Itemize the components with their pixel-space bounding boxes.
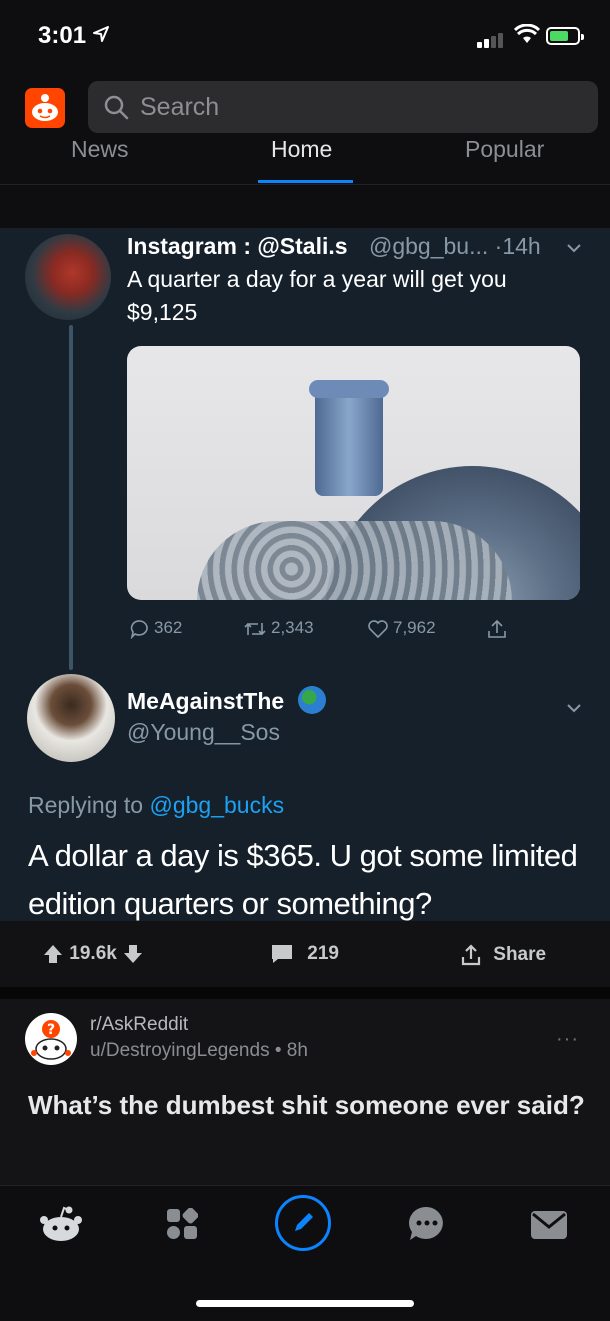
post-author-time[interactable]: u/DestroyingLegends • 8h (90, 1040, 308, 1062)
share-button[interactable]: Share (460, 943, 546, 967)
globe-emoji-icon (298, 686, 326, 714)
tweet-author: Instagram : @Stali.s (127, 233, 348, 259)
tweet-replies: 362 (130, 618, 182, 639)
replying-to: Replying to @gbg_bucks (28, 792, 284, 819)
tweet-likes: 7,962 (367, 618, 436, 639)
retweet-icon (244, 622, 266, 635)
comments-button[interactable]: 219 (270, 943, 339, 965)
retweet-count: 2,343 (271, 618, 314, 637)
tweet-retweets: 2,343 (243, 618, 314, 639)
compose-icon (295, 1213, 313, 1231)
reply-author: MeAgainstThe (127, 688, 285, 714)
like-count: 7,962 (393, 618, 436, 637)
header-divider (0, 184, 610, 185)
vote-count: 19.6k (69, 943, 117, 965)
inbox-icon[interactable] (530, 1210, 568, 1245)
comment-count: 219 (307, 943, 339, 965)
post-title[interactable]: What’s the dumbest shit someone ever sai… (28, 1088, 588, 1122)
share-label: Share (493, 944, 547, 966)
reply-handle: @Young__Sos (127, 719, 280, 745)
tweet-text: A quarter a day for a year will get you … (127, 266, 507, 325)
avatar (27, 674, 115, 762)
svg-text:?: ? (47, 1022, 55, 1038)
tab-news[interactable]: News (71, 136, 129, 163)
post-separator (0, 987, 610, 999)
reddit-logo-icon[interactable] (25, 88, 65, 128)
comment-icon (272, 945, 292, 963)
reply-icon (130, 619, 148, 639)
subreddit-name[interactable]: r/AskReddit (90, 1014, 188, 1036)
chevron-down-icon (566, 240, 582, 258)
home-indicator (196, 1300, 414, 1307)
replying-handle: @gbg_bucks (149, 792, 285, 818)
downvote-icon[interactable] (122, 943, 144, 965)
home-icon[interactable] (38, 1205, 84, 1248)
communities-icon[interactable] (166, 1207, 199, 1245)
reply-count: 362 (154, 618, 183, 637)
thread-line (69, 325, 73, 670)
vote-controls: 19.6k (42, 943, 144, 965)
signal-icon (477, 30, 505, 48)
compose-button[interactable] (275, 1195, 331, 1251)
search-icon (103, 94, 129, 125)
status-time: 3:01 (38, 22, 87, 49)
chevron-down-icon (566, 700, 582, 718)
reply-text: A dollar a day is $365. U got some limit… (28, 838, 578, 921)
coin-jug-image (127, 346, 580, 600)
active-tab-indicator (258, 180, 353, 183)
replying-prefix: Replying to (28, 792, 144, 818)
avatar (25, 234, 111, 320)
tweet-handle-time: @gbg_bu... ·14h (369, 233, 541, 259)
tweet-share-icon (486, 618, 512, 640)
tab-home[interactable]: Home (271, 136, 332, 163)
tab-popular[interactable]: Popular (465, 136, 544, 163)
location-arrow-icon (93, 26, 109, 47)
battery-icon (546, 27, 584, 45)
askreddit-icon[interactable]: ? (25, 1013, 77, 1065)
upvote-icon[interactable] (42, 943, 64, 965)
wifi-icon (513, 23, 541, 49)
heart-icon (368, 619, 388, 638)
search-placeholder: Search (140, 93, 220, 121)
chat-icon[interactable] (408, 1205, 446, 1248)
share-icon (461, 944, 481, 966)
more-options-icon[interactable]: ··· (556, 1028, 579, 1051)
